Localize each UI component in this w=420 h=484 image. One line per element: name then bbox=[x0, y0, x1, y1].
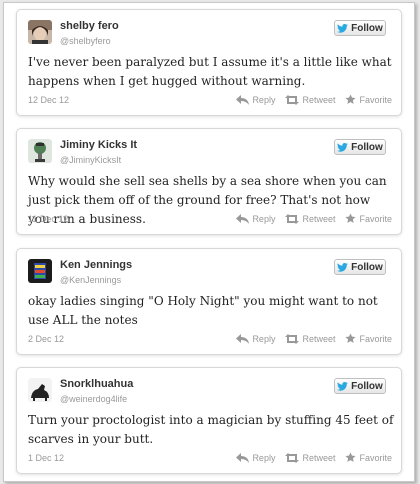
follow-button[interactable]: Follow bbox=[334, 259, 386, 275]
reply-icon bbox=[236, 213, 250, 224]
tweet-date[interactable]: 2 Dec 12 bbox=[28, 334, 64, 344]
tweet-actions: Reply Retweet Favorite bbox=[236, 333, 392, 344]
tweet-card: shelby fero @shelbyfero Follow I've neve… bbox=[16, 9, 402, 116]
retweet-icon bbox=[285, 333, 300, 344]
follow-label: Follow bbox=[351, 261, 383, 273]
reply-label: Reply bbox=[252, 333, 276, 344]
reply-label: Reply bbox=[252, 452, 276, 463]
follow-button[interactable]: Follow bbox=[334, 20, 386, 36]
tweet-date[interactable]: 1 Dec 12 bbox=[28, 453, 64, 463]
retweet-icon bbox=[285, 94, 300, 105]
username[interactable]: @KenJennings bbox=[60, 275, 121, 285]
username[interactable]: @shelbyfero bbox=[60, 36, 111, 46]
follow-button[interactable]: Follow bbox=[334, 378, 386, 394]
favorite-label: Favorite bbox=[359, 452, 392, 463]
favorite-label: Favorite bbox=[359, 333, 392, 344]
follow-label: Follow bbox=[351, 380, 383, 392]
username[interactable]: @weinerdog4life bbox=[60, 394, 127, 404]
reply-button[interactable]: Reply bbox=[236, 94, 275, 105]
retweet-label: Retweet bbox=[302, 94, 336, 105]
retweet-button[interactable]: Retweet bbox=[285, 452, 335, 463]
retweet-icon bbox=[285, 452, 300, 463]
favorite-button[interactable]: Favorite bbox=[345, 94, 392, 105]
reply-icon bbox=[236, 333, 250, 344]
favorite-label: Favorite bbox=[359, 94, 392, 105]
tweet-text: Turn your proctologist into a magician b… bbox=[28, 413, 394, 446]
favorite-label: Favorite bbox=[359, 213, 392, 224]
reply-label: Reply bbox=[252, 94, 276, 105]
retweet-label: Retweet bbox=[302, 333, 336, 344]
reply-icon bbox=[236, 452, 250, 463]
tweet-card: Snorklhuahua @weinerdog4life Follow Turn… bbox=[16, 367, 402, 474]
star-icon bbox=[345, 333, 357, 343]
retweet-button[interactable]: Retweet bbox=[285, 94, 335, 105]
twitter-bird-icon bbox=[337, 262, 349, 272]
reply-label: Reply bbox=[252, 213, 276, 224]
avatar[interactable] bbox=[28, 139, 52, 163]
retweet-button[interactable]: Retweet bbox=[285, 213, 335, 224]
twitter-bird-icon bbox=[337, 142, 349, 152]
display-name[interactable]: Ken Jennings bbox=[60, 259, 132, 271]
display-name[interactable]: Jiminy Kicks It bbox=[60, 139, 137, 151]
display-name[interactable]: Snorklhuahua bbox=[60, 378, 133, 390]
tweet-actions: Reply Retweet Favorite bbox=[236, 94, 392, 105]
twitter-bird-icon bbox=[337, 381, 349, 391]
tweet-actions: Reply Retweet Favorite bbox=[236, 452, 392, 463]
retweet-icon bbox=[285, 213, 300, 224]
star-icon bbox=[345, 94, 357, 104]
reply-button[interactable]: Reply bbox=[236, 213, 275, 224]
username[interactable]: @JiminyKicksIt bbox=[60, 155, 121, 165]
favorite-button[interactable]: Favorite bbox=[345, 333, 392, 344]
avatar[interactable] bbox=[28, 20, 52, 44]
follow-label: Follow bbox=[351, 22, 383, 34]
reply-icon bbox=[236, 94, 250, 105]
star-icon bbox=[345, 213, 357, 223]
tweet-date[interactable]: 12 Dec 12 bbox=[28, 95, 69, 105]
tweet-card: Jiminy Kicks It @JiminyKicksIt Follow Wh… bbox=[16, 128, 402, 235]
reply-button[interactable]: Reply bbox=[236, 333, 275, 344]
screenshot-frame: shelby fero @shelbyfero Follow I've neve… bbox=[3, 2, 415, 482]
avatar[interactable] bbox=[28, 259, 52, 283]
tweet-card: Ken Jennings @KenJennings Follow okay la… bbox=[16, 248, 402, 355]
follow-label: Follow bbox=[351, 141, 383, 153]
tweet-text: I've never been paralyzed but I assume i… bbox=[28, 55, 392, 88]
tweet-text: okay ladies singing "O Holy Night" you m… bbox=[28, 294, 378, 327]
retweet-button[interactable]: Retweet bbox=[285, 333, 335, 344]
tweet-actions: Reply Retweet Favorite bbox=[236, 213, 392, 224]
follow-button[interactable]: Follow bbox=[334, 139, 386, 155]
display-name[interactable]: shelby fero bbox=[60, 20, 119, 32]
favorite-button[interactable]: Favorite bbox=[345, 452, 392, 463]
tweet-date[interactable]: 11 Dec 12 bbox=[28, 214, 68, 224]
twitter-bird-icon bbox=[337, 23, 349, 33]
favorite-button[interactable]: Favorite bbox=[345, 213, 392, 224]
star-icon bbox=[345, 452, 357, 462]
retweet-label: Retweet bbox=[302, 213, 336, 224]
retweet-label: Retweet bbox=[302, 452, 336, 463]
avatar[interactable] bbox=[28, 378, 52, 402]
reply-button[interactable]: Reply bbox=[236, 452, 275, 463]
